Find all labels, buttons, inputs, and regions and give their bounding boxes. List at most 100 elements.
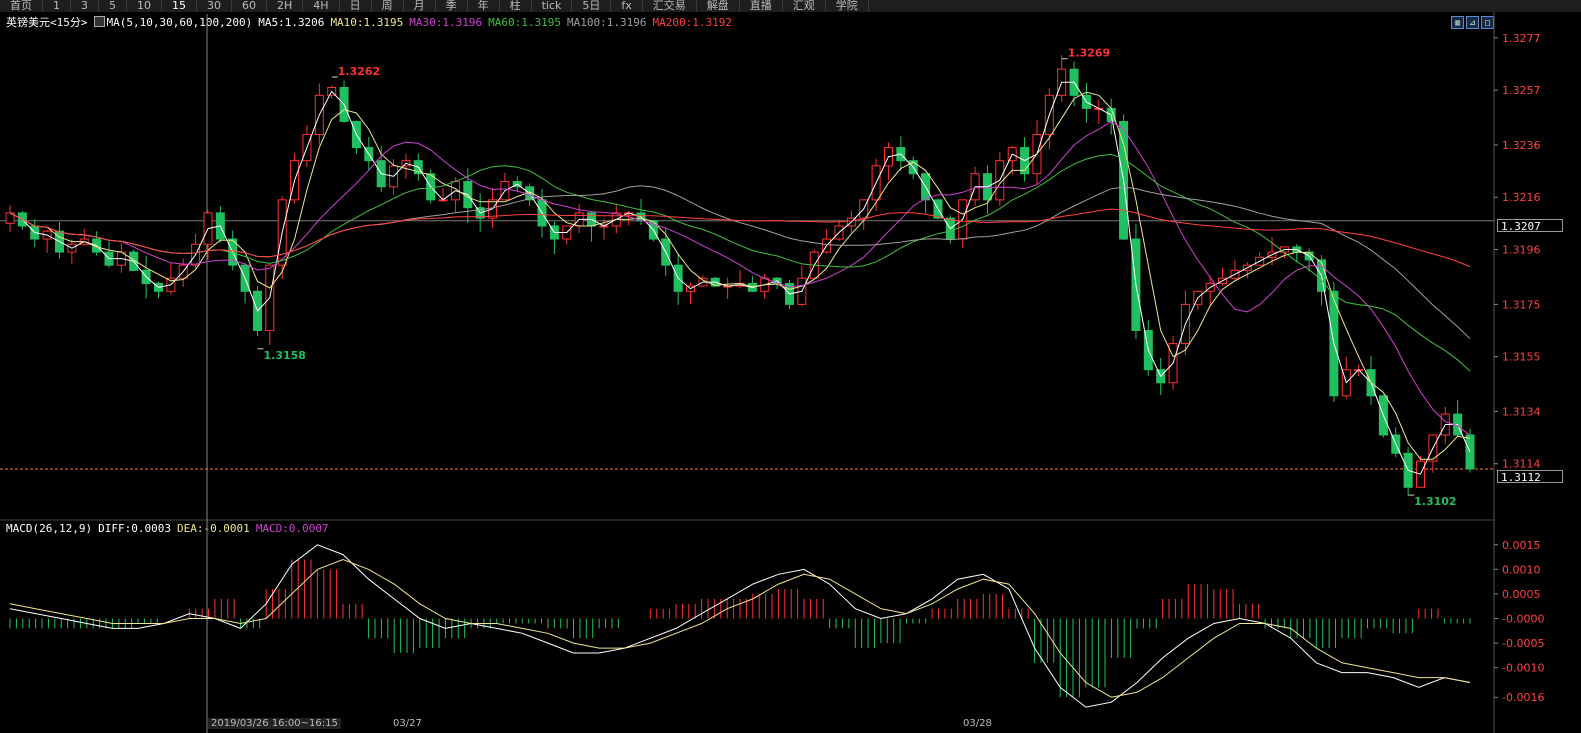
candle-body-68 [846,217,856,227]
toolbar-item-20[interactable]: 解盘 [697,0,740,12]
candle-body-20 [252,290,262,331]
annotation-label-1: 1.3158 [263,349,305,362]
toolbar-item-18[interactable]: fx [611,0,643,12]
toolbar-item-23[interactable]: 学院 [826,0,869,12]
macd-dea: DEA:-0.0001 [176,522,250,535]
candle-body-113 [1403,452,1413,488]
toolbar-item-9[interactable]: 4H [303,0,340,12]
candle-body-101 [1255,256,1265,266]
candle-body-59 [735,282,745,287]
ma-value-0: MA5:1.3206 [258,16,325,29]
candle-body-32 [401,160,411,167]
cursor-time-label: 2019/03/26 16:00~16:15 [208,718,341,729]
macd-tick-label-0: 0.0015 [1502,539,1541,552]
candle-body-86 [1069,68,1079,96]
candle-body-88 [1094,107,1104,110]
candle-body-7 [92,238,102,253]
candle-body-43 [537,199,547,227]
toolbar-item-14[interactable]: 年 [468,0,500,12]
price-tick-label-1: 1.3257 [1502,84,1541,97]
chart-scale-icon[interactable]: ⊿ [1466,16,1479,29]
macd-diff-line [9,544,1471,708]
candle-body-9 [116,251,126,266]
candle-body-27 [339,86,349,122]
toolbar-item-5[interactable]: 15 [162,0,197,12]
toolbar-item-7[interactable]: 60 [232,0,267,12]
toolbar-item-2[interactable]: 3 [71,0,99,12]
candle-body-81 [1007,147,1017,162]
symbol-label[interactable]: 英镑美元<15分> [6,16,88,29]
toolbar-item-8[interactable]: 2H [267,0,304,12]
toolbar-item-4[interactable]: 10 [127,0,162,12]
ma-values: MA5:1.3206 MA10:1.3195 MA30:1.3196 MA60:1.3… [258,16,738,29]
ma-line-1 [9,91,1471,460]
toolbar-item-13[interactable]: 季 [436,0,468,12]
candle-body-2 [30,225,40,240]
candle-body-45 [562,225,572,240]
price-tick-label-6: 1.3155 [1502,351,1541,364]
toolbar-item-15[interactable]: 柱 [500,0,532,12]
ma-value-4: MA100:1.3196 [567,16,647,29]
annotation-label-0: 1.3262 [338,65,380,78]
toolbar-item-11[interactable]: 周 [372,0,404,12]
candle-body-18 [228,238,238,266]
macd-value: MACD:0.0007 [255,522,329,535]
ma-value-3: MA60:1.3195 [488,16,562,29]
annotation-label-2: 1.3269 [1068,47,1110,60]
toolbar-item-3[interactable]: 5 [99,0,127,12]
candle-body-99 [1230,269,1240,279]
candle-body-118 [1465,434,1475,470]
candle-body-104 [1292,246,1302,253]
candle-body-74 [921,173,931,201]
toolbar-item-21[interactable]: 直播 [740,0,783,12]
toolbar-item-6[interactable]: 30 [197,0,232,12]
candle-body-13 [166,277,176,292]
toolbar-item-10[interactable]: 日 [340,0,372,12]
toolbar-item-0[interactable]: 首页 [0,0,43,12]
ma-value-2: MA30:1.3196 [409,16,483,29]
candle-body-40 [500,181,510,201]
candle-body-93 [1156,369,1166,384]
candle-body-52 [648,220,658,240]
candle-body-60 [747,282,757,292]
toolbar-item-12[interactable]: 月 [404,0,436,12]
ma-line-4 [9,185,1471,340]
candle-body-6 [79,238,89,245]
candle-body-87 [1081,94,1091,109]
ma-settings-icon[interactable] [93,16,105,27]
macd-tick-label-6: -0.0016 [1502,691,1544,704]
price-tick-label-0: 1.3277 [1502,32,1541,45]
candle-body-72 [896,147,906,162]
candle-body-80 [995,160,1005,201]
candlestick-chart[interactable]: 1.3277 1.3257 1.3236 1.3216 1.3196 1.3175 1.31… [0,0,1581,733]
price-tick-label-5: 1.3175 [1502,298,1541,311]
candle-body-90 [1119,120,1129,240]
toolbar-item-1[interactable]: 1 [43,0,71,12]
macd-tick-label-4: -0.0005 [1502,637,1544,650]
toolbar-item-16[interactable]: tick [532,0,573,12]
candle-body-57 [710,277,720,287]
candle-body-53 [661,238,671,266]
candle-body-79 [982,173,992,201]
candle-body-11 [141,269,151,284]
price-tick-label-4: 1.3196 [1502,243,1541,256]
chart-tools: ▥ ⊿ □ [1451,16,1494,29]
candle-body-5 [67,243,77,253]
toolbar-item-19[interactable]: 汇交易 [643,0,697,12]
candle-body-44 [549,225,559,240]
date-label-0328: 03/28 [963,718,992,729]
candle-body-0 [5,212,15,224]
toolbar-item-22[interactable]: 汇观 [783,0,826,12]
candle-body-22 [277,199,287,266]
toolbar-item-17[interactable]: 5日 [572,0,612,12]
chart-mode-icon[interactable]: ▥ [1451,16,1464,29]
candle-body-92 [1143,329,1153,371]
candle-body-50 [624,212,634,215]
ma-label: MA(5,10,30,60,100,200) [106,16,253,29]
candle-body-65 [809,251,819,279]
chart-expand-icon[interactable]: □ [1481,16,1494,29]
candle-body-49 [611,212,621,227]
candle-body-30 [376,160,386,188]
candle-body-29 [364,147,374,162]
candle-body-36 [450,181,460,201]
